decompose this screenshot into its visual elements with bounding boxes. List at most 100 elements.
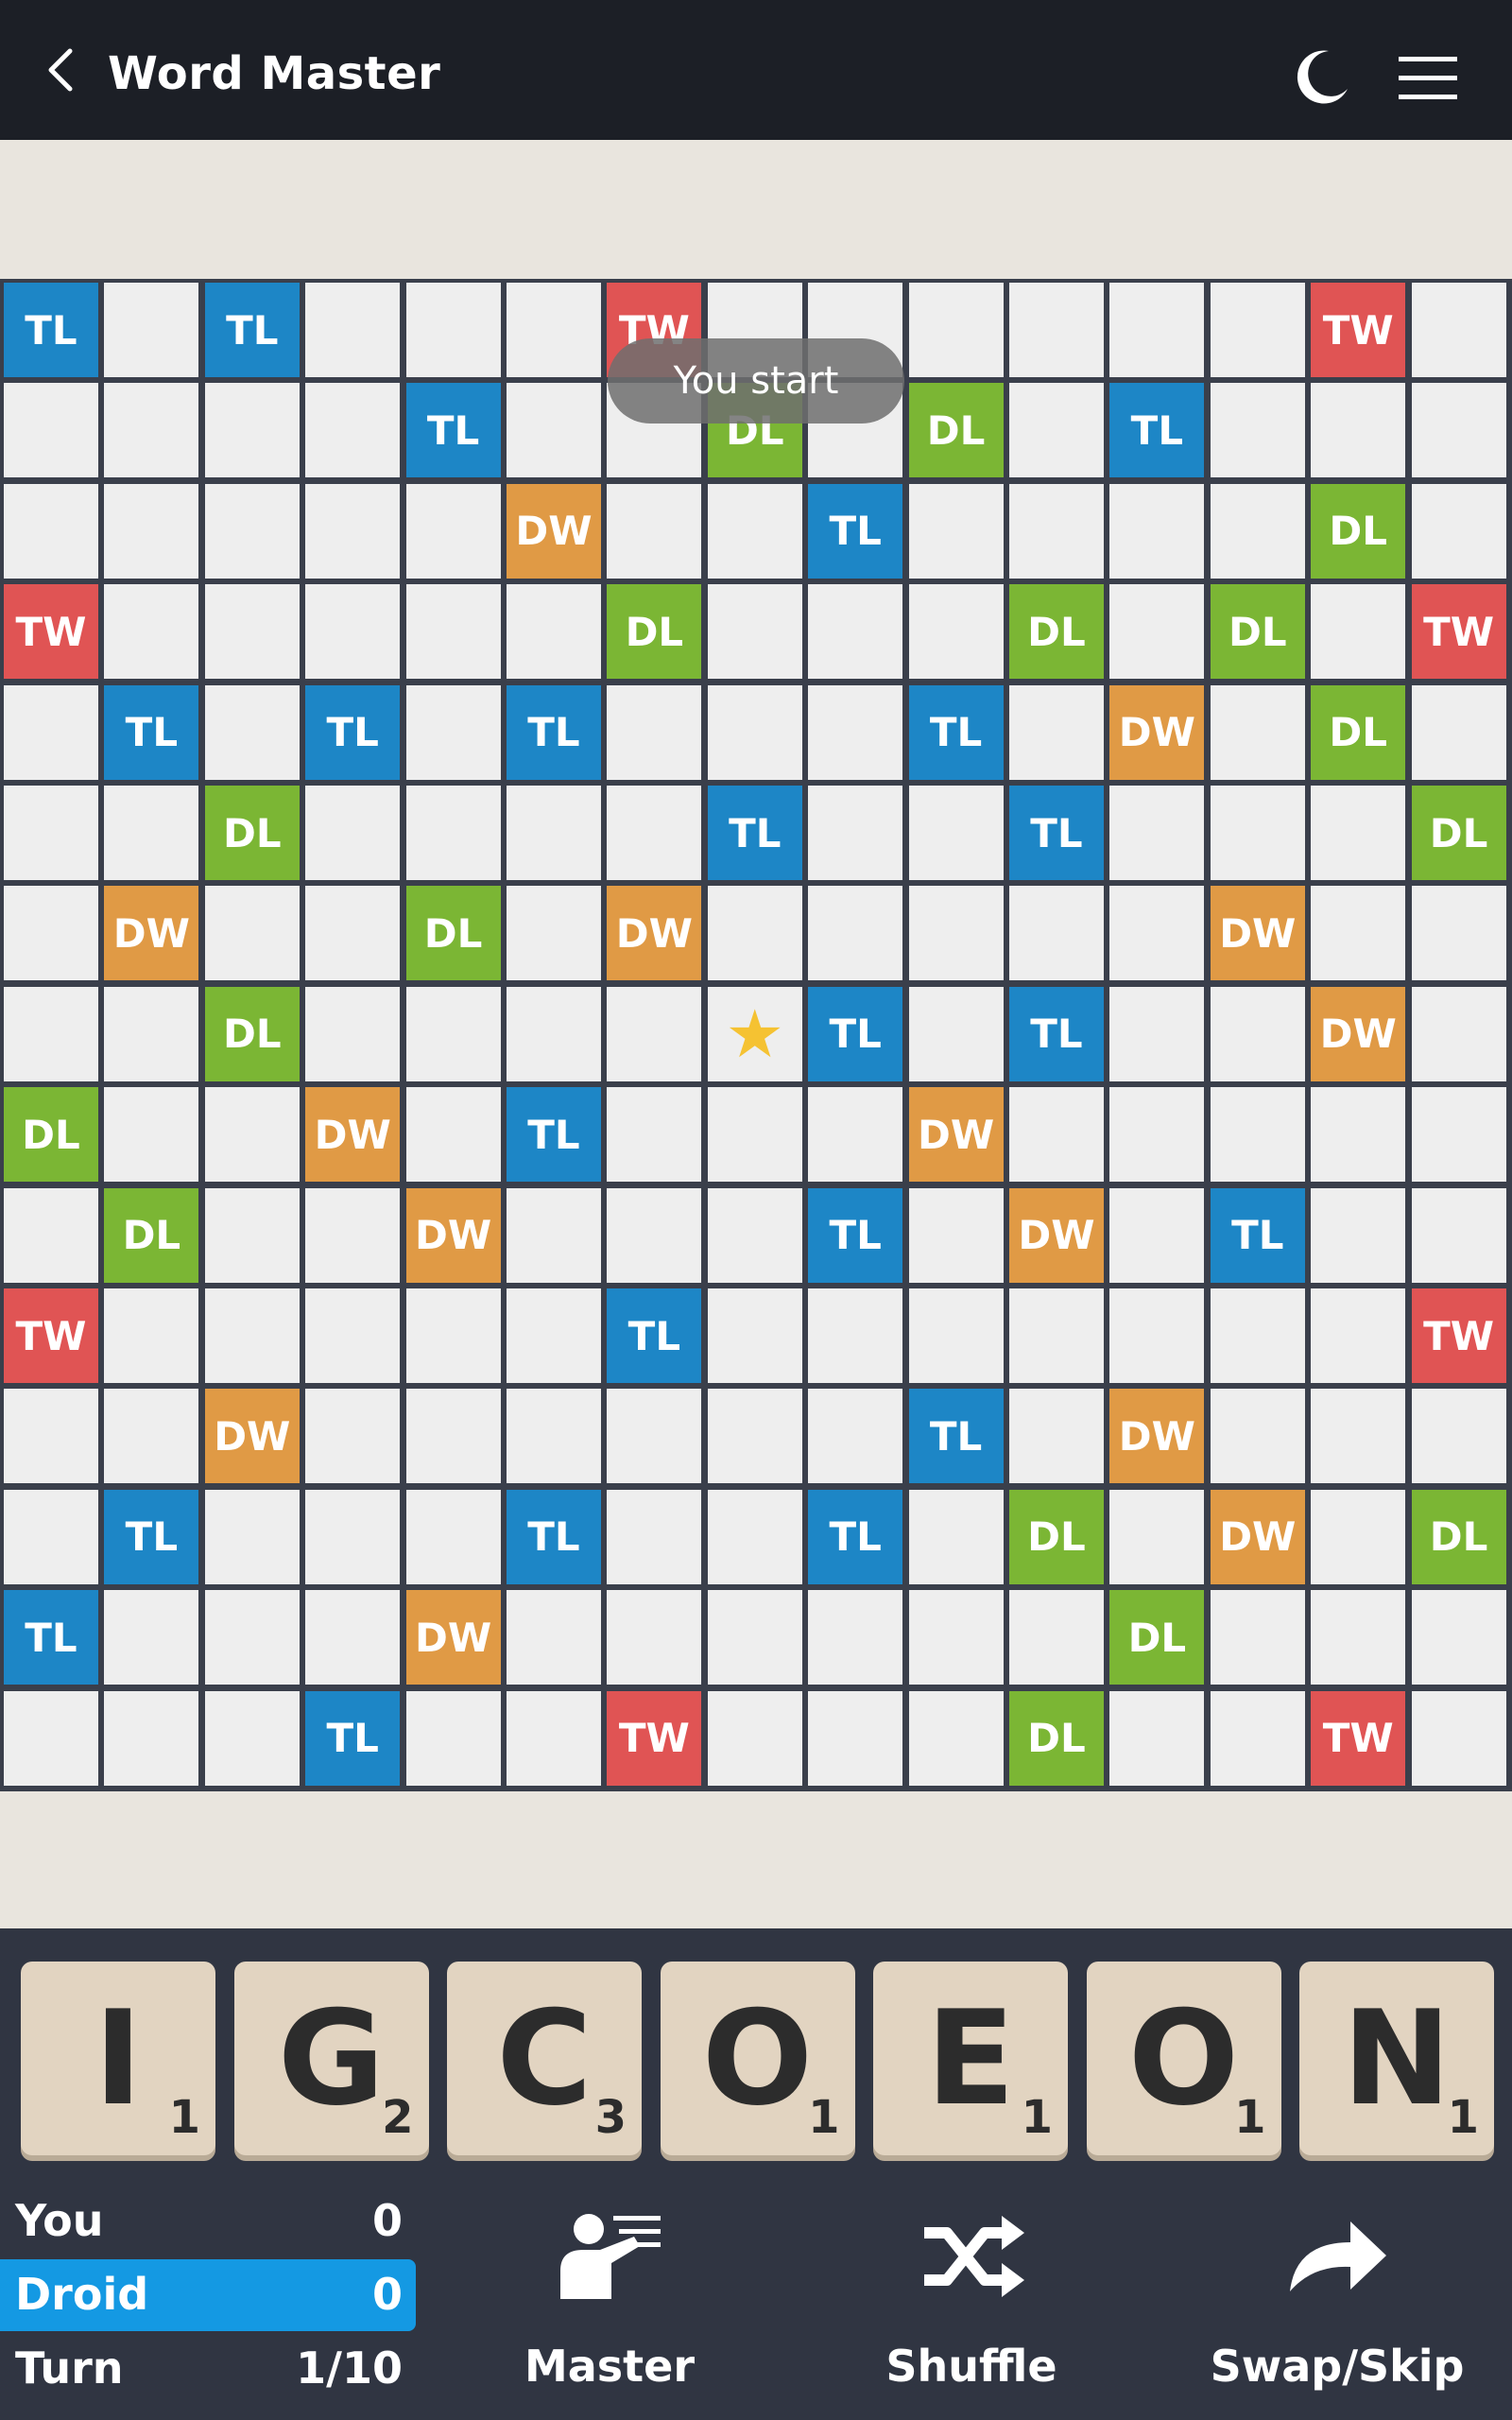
board-cell[interactable]: [204, 1187, 300, 1283]
board-cell[interactable]: [1109, 786, 1205, 880]
board-cell[interactable]: [507, 786, 601, 880]
board-cell[interactable]: [1411, 1590, 1506, 1685]
board-cell[interactable]: [908, 1590, 1004, 1685]
board-cell-tl[interactable]: TL: [4, 283, 98, 377]
board-cell[interactable]: [1210, 684, 1305, 780]
board-cell[interactable]: [204, 1288, 300, 1383]
moon-icon[interactable]: [1291, 45, 1353, 108]
hamburger-menu-icon[interactable]: [1397, 55, 1459, 102]
board-cell-dw[interactable]: DW: [1109, 684, 1205, 780]
board-cell[interactable]: [607, 986, 702, 1081]
board-cell[interactable]: [1311, 1389, 1406, 1484]
board-cell[interactable]: [1009, 1590, 1104, 1685]
board-cell[interactable]: [1210, 1087, 1305, 1183]
board-center-star[interactable]: ★: [707, 986, 802, 1081]
board-cell[interactable]: [1109, 986, 1205, 1081]
board-cell[interactable]: [405, 986, 501, 1081]
board-cell[interactable]: [305, 283, 401, 377]
board-cell-tl[interactable]: TL: [104, 684, 199, 780]
board-cell[interactable]: [607, 1590, 702, 1685]
board-cell-dw[interactable]: DW: [305, 1087, 401, 1183]
board-cell[interactable]: [507, 1590, 601, 1685]
board-cell-tl[interactable]: TL: [507, 1087, 601, 1183]
board-cell[interactable]: [507, 986, 601, 1081]
board-cell-dl[interactable]: DL: [1009, 1690, 1104, 1786]
board-cell-dw[interactable]: DW: [1109, 1389, 1205, 1484]
board-cell[interactable]: [1411, 684, 1506, 780]
board-cell[interactable]: [204, 483, 300, 579]
board-cell[interactable]: [4, 786, 98, 880]
board-cell[interactable]: [1009, 383, 1104, 478]
board-cell[interactable]: [305, 1288, 401, 1383]
board-cell-dl[interactable]: DL: [1311, 483, 1406, 579]
board-cell[interactable]: [808, 1590, 903, 1685]
board-cell[interactable]: [1009, 1087, 1104, 1183]
board-cell[interactable]: [305, 584, 401, 680]
board-cell[interactable]: [1109, 1690, 1205, 1786]
board-cell-dw[interactable]: DW: [1210, 1489, 1305, 1584]
board-cell-tl[interactable]: TL: [808, 1489, 903, 1584]
board-cell-dl[interactable]: DL: [4, 1087, 98, 1183]
board-cell[interactable]: [1411, 1087, 1506, 1183]
board-cell[interactable]: [1411, 986, 1506, 1081]
board-cell[interactable]: [104, 786, 199, 880]
board-cell[interactable]: [1009, 1288, 1104, 1383]
board-cell[interactable]: [405, 584, 501, 680]
board-cell[interactable]: [1311, 1590, 1406, 1685]
board-cell[interactable]: [707, 483, 802, 579]
board-cell[interactable]: [4, 383, 98, 478]
board-cell-tl[interactable]: TL: [707, 786, 802, 880]
board-cell-tl[interactable]: TL: [507, 1489, 601, 1584]
board-cell[interactable]: [808, 1389, 903, 1484]
board-cell[interactable]: [405, 684, 501, 780]
board-cell[interactable]: [507, 283, 601, 377]
board-cell[interactable]: [4, 1187, 98, 1283]
board-cell[interactable]: [707, 1489, 802, 1584]
board-cell-dl[interactable]: DL: [1411, 786, 1506, 880]
board-cell[interactable]: [1210, 1389, 1305, 1484]
board-cell[interactable]: [104, 1288, 199, 1383]
board-cell[interactable]: [607, 483, 702, 579]
board-cell[interactable]: [1210, 786, 1305, 880]
board-cell-dl[interactable]: DL: [908, 383, 1004, 478]
board-cell-tl[interactable]: TL: [507, 684, 601, 780]
board-cell-tl[interactable]: TL: [104, 1489, 199, 1584]
board-cell[interactable]: [405, 786, 501, 880]
rack-tile[interactable]: N1: [1299, 1962, 1494, 2155]
board-cell[interactable]: [607, 1187, 702, 1283]
board-cell[interactable]: [104, 584, 199, 680]
board-cell[interactable]: [607, 786, 702, 880]
board-cell-tw[interactable]: TW: [1411, 584, 1506, 680]
board-cell[interactable]: [305, 786, 401, 880]
board-cell[interactable]: [4, 986, 98, 1081]
board-cell[interactable]: [1109, 1087, 1205, 1183]
board-cell-tl[interactable]: TL: [4, 1590, 98, 1685]
board-cell-dw[interactable]: DW: [405, 1590, 501, 1685]
board-cell-tl[interactable]: TL: [1210, 1187, 1305, 1283]
board-cell[interactable]: [908, 283, 1004, 377]
board-cell-dw[interactable]: DW: [1210, 886, 1305, 981]
board-cell[interactable]: [204, 383, 300, 478]
board-cell[interactable]: [1109, 1187, 1205, 1283]
board-cell-tw[interactable]: TW: [1311, 283, 1406, 377]
board-cell-dw[interactable]: DW: [507, 483, 601, 579]
board-cell[interactable]: [305, 886, 401, 981]
board-cell-dl[interactable]: DL: [1311, 684, 1406, 780]
board-cell[interactable]: [1210, 283, 1305, 377]
board-cell[interactable]: [405, 1087, 501, 1183]
board-cell[interactable]: [405, 1389, 501, 1484]
board-cell[interactable]: [1109, 483, 1205, 579]
board-cell[interactable]: [405, 1489, 501, 1584]
board-cell[interactable]: [305, 1590, 401, 1685]
board-cell[interactable]: [104, 1690, 199, 1786]
board-cell[interactable]: [1411, 283, 1506, 377]
board-cell[interactable]: [405, 1690, 501, 1786]
board-cell[interactable]: [1411, 1389, 1506, 1484]
board-cell[interactable]: [908, 483, 1004, 579]
board-cell[interactable]: [104, 1389, 199, 1484]
board-cell[interactable]: [4, 886, 98, 981]
board-cell[interactable]: [1109, 886, 1205, 981]
board-cell[interactable]: [305, 383, 401, 478]
board-cell[interactable]: [1311, 383, 1406, 478]
board-cell[interactable]: [808, 1087, 903, 1183]
